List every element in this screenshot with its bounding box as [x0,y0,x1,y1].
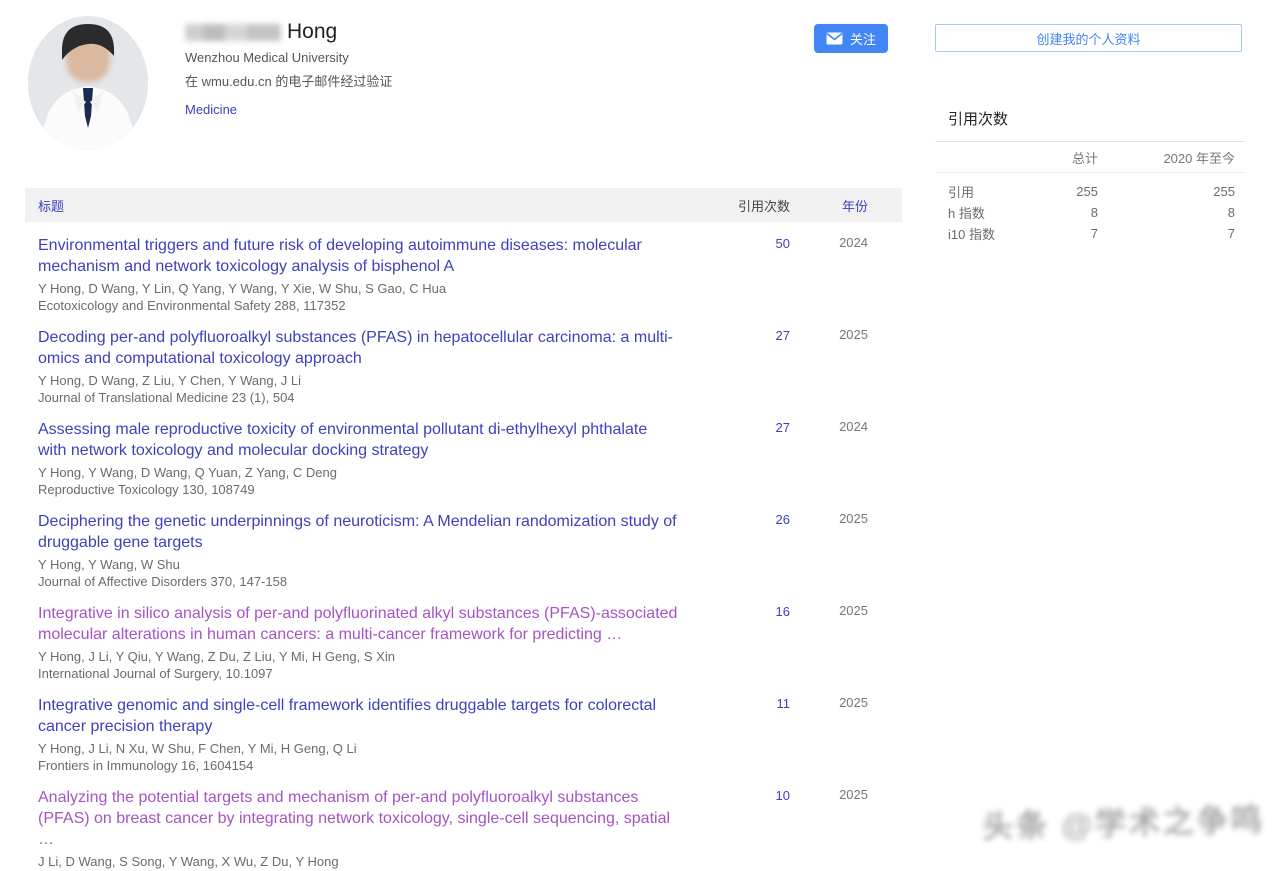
cited-by-column-header: 引用次数 [680,196,790,215]
cited-by-count-link[interactable]: 26 [776,512,790,527]
publication-year: 2025 [790,787,868,871]
publication-authors: Y Hong, Y Wang, D Wang, Q Yuan, Z Yang, … [38,464,680,481]
publication-venue: Journal of Translational Medicine 23 (1)… [38,389,680,406]
publication-title-link[interactable]: Analyzing the potential targets and mech… [38,789,670,848]
cited-by-count-link[interactable]: 16 [776,604,790,619]
create-profile-button[interactable]: 创建我的个人资料 [935,24,1242,52]
profile-name: Hong [185,20,392,44]
publication-authors: Y Hong, J Li, N Xu, W Shu, F Chen, Y Mi,… [38,740,680,757]
avatar-photo [28,16,148,150]
sort-by-year-link[interactable]: 年份 [842,199,868,214]
publications-rows: Environmental triggers and future risk o… [25,222,902,871]
publication-row: Deciphering the genetic underpinnings of… [25,498,902,590]
publication-title-link[interactable]: Integrative in silico analysis of per-an… [38,605,677,643]
watermark-text: 头条 @学术之争鸣 [981,794,1265,846]
publication-year: 2025 [790,511,868,590]
publication-row: Environmental triggers and future risk o… [25,222,902,314]
publication-year: 2025 [790,603,868,682]
verified-email: 在 wmu.edu.cn 的电子邮件经过验证 [185,71,392,90]
publication-authors: J Li, D Wang, S Song, Y Wang, X Wu, Z Du… [38,853,680,870]
publication-venue: Ecotoxicology and Environmental Safety 2… [38,297,680,314]
stat-row-i10-index: i10 指数 7 7 [935,223,1245,244]
profile-name-visible: Hong [287,20,337,44]
citations-panel: 引用次数 总计 2020 年至今 引用 255 255 h 指数 8 8 [935,108,1245,244]
sort-by-title-link[interactable]: 标题 [38,199,64,214]
cited-by-count-link[interactable]: 11 [777,696,791,711]
scholar-profile-page: Hong Wenzhou Medical University 在 wmu.ed… [0,0,1280,871]
publication-authors: Y Hong, Y Wang, W Shu [38,556,680,573]
publication-venue: Journal of Affective Disorders 370, 147-… [38,573,680,590]
publication-year: 2025 [790,695,868,774]
citations-stats-table: 总计 2020 年至今 引用 255 255 h 指数 8 8 i10 指数 7… [935,141,1245,244]
publication-authors: Y Hong, D Wang, Y Lin, Q Yang, Y Wang, Y… [38,280,680,297]
citations-stats-header: 总计 2020 年至今 [935,142,1245,173]
publication-title-link[interactable]: Assessing male reproductive toxicity of … [38,421,647,459]
publication-authors: Y Hong, D Wang, Z Liu, Y Chen, Y Wang, J… [38,372,680,389]
publication-venue: International Journal of Surgery, 10.109… [38,665,680,682]
publication-row: Decoding per-and polyfluoroalkyl substan… [25,314,902,406]
publication-row: Integrative genomic and single-cell fram… [25,682,902,774]
publications-header-row: 标题 引用次数 年份 [25,188,902,222]
affiliation: Wenzhou Medical University [185,50,392,65]
cited-by-count-link[interactable]: 50 [776,236,790,251]
cited-by-count-link[interactable]: 27 [776,328,790,343]
stat-row-h-index: h 指数 8 8 [935,202,1245,223]
publication-year: 2024 [790,235,868,314]
publication-title-link[interactable]: Deciphering the genetic underpinnings of… [38,513,677,551]
publication-row: Analyzing the potential targets and mech… [25,774,902,871]
publication-venue: Frontiers in Immunology 16, 1604154 [38,757,680,774]
publication-year: 2024 [790,419,868,498]
cited-by-count-link[interactable]: 27 [776,420,790,435]
envelope-icon [826,32,843,45]
publications-table: 标题 引用次数 年份 Environmental triggers and fu… [25,188,902,871]
follow-button-label: 关注 [850,29,876,48]
publication-year: 2025 [790,327,868,406]
cited-by-count-link[interactable]: 10 [776,788,790,803]
follow-button[interactable]: 关注 [814,24,888,53]
publication-row: Integrative in silico analysis of per-an… [25,590,902,682]
publication-authors: Y Hong, J Li, Y Qiu, Y Wang, Z Du, Z Liu… [38,648,680,665]
publication-venue: Reproductive Toxicology 130, 108749 [38,481,680,498]
stats-col-all: 总计 [1043,148,1098,167]
citations-panel-title: 引用次数 [935,108,1245,141]
profile-info: Hong Wenzhou Medical University 在 wmu.ed… [185,20,392,117]
censored-name-blur [185,24,281,41]
avatar[interactable] [28,16,148,150]
publication-title-link[interactable]: Decoding per-and polyfluoroalkyl substan… [38,329,673,367]
publication-row: Assessing male reproductive toxicity of … [25,406,902,498]
stat-row-citations: 引用 255 255 [935,181,1245,202]
publication-title-link[interactable]: Environmental triggers and future risk o… [38,237,642,275]
publication-title-link[interactable]: Integrative genomic and single-cell fram… [38,697,656,735]
interest-link-medicine[interactable]: Medicine [185,102,237,117]
stats-col-since-2020: 2020 年至今 [1098,148,1235,167]
